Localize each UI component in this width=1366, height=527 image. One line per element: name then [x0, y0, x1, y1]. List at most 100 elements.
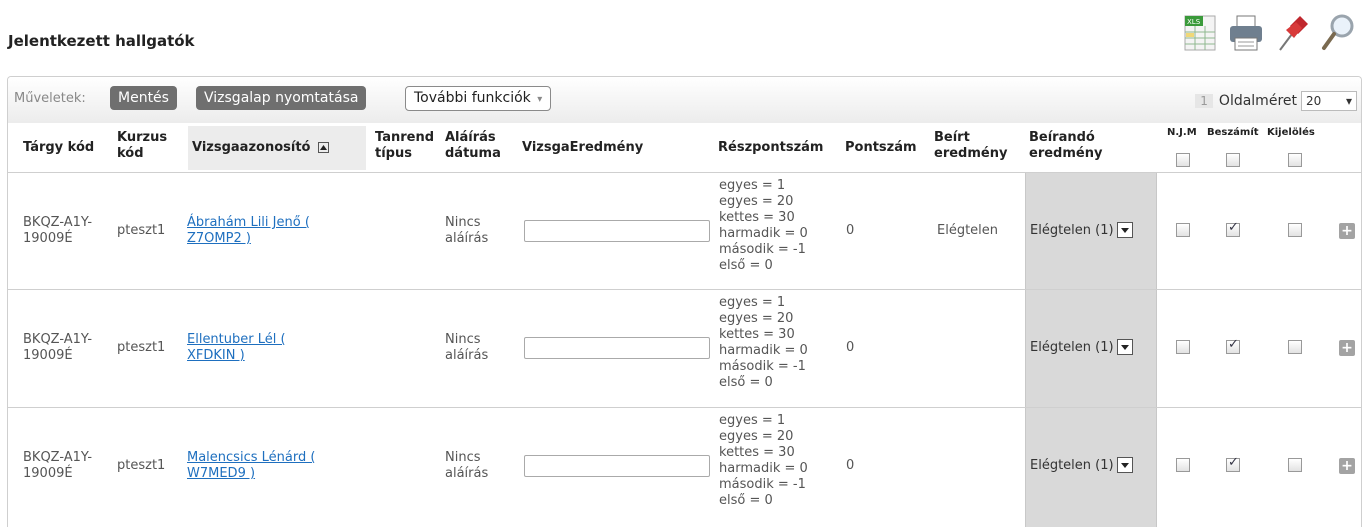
col-header-kurzus-kod-line1[interactable]: Kurzus — [117, 130, 167, 146]
beirt-eredmeny: Elégtelen — [937, 223, 999, 238]
alairas-line2: aláírás — [445, 231, 489, 246]
reszpont-item: kettes = 30 — [719, 327, 795, 342]
page-number[interactable]: 1 — [1195, 94, 1213, 108]
kijeloles-checkbox[interactable] — [1288, 458, 1302, 472]
chevron-down-icon — [1116, 222, 1133, 238]
col-header-pontszam[interactable]: Pontszám — [845, 140, 917, 156]
search-icon[interactable] — [1318, 8, 1358, 54]
col-header-beirt-line2[interactable]: eredmény — [934, 146, 1007, 162]
reszpont-item: második = -1 — [719, 242, 806, 257]
pontszam: 0 — [846, 223, 855, 238]
top-toolbar-icons: XLS — [1180, 8, 1358, 54]
alairas-line1: Nincs — [445, 215, 481, 230]
col-header-alairas-line1[interactable]: Aláírás — [445, 130, 496, 146]
beirando-value: Elégtelen (1) — [1030, 222, 1114, 238]
student-link-line2[interactable]: XFDKIN ) — [187, 348, 245, 364]
njm-checkbox[interactable] — [1176, 458, 1190, 472]
reszpont-item: egyes = 20 — [719, 429, 794, 444]
alairas-line1: Nincs — [445, 332, 481, 347]
expand-row-button[interactable]: + — [1339, 340, 1355, 356]
kijeloles-checkbox[interactable] — [1288, 340, 1302, 354]
table-row: BKQZ-A1Y- 19009É pteszt1 Ábrahám Lili Je… — [8, 172, 1361, 289]
more-functions-label: További funkciók — [414, 90, 531, 106]
svg-text:XLS: XLS — [1187, 18, 1201, 26]
student-link-line1[interactable]: Ábrahám Lili Jenő ( — [187, 215, 310, 231]
save-button[interactable]: Mentés — [110, 86, 177, 110]
col-header-vizsgaazonosito-label: Vizsgaazonosító — [192, 140, 311, 155]
reszpont-item: egyes = 1 — [719, 178, 786, 193]
reszpont-item: harmadik = 0 — [719, 343, 808, 358]
pin-icon[interactable] — [1272, 8, 1312, 54]
pontszam: 0 — [846, 340, 855, 355]
beirando-value: Elégtelen (1) — [1030, 339, 1114, 355]
sort-ascending-icon[interactable] — [318, 142, 329, 153]
page-size-label: Oldalméret — [1218, 93, 1297, 109]
chevron-down-icon: ▾ — [1345, 94, 1352, 108]
beirando-value: Elégtelen (1) — [1030, 457, 1114, 473]
alairas-line2: aláírás — [445, 466, 489, 481]
targy-kod-line1: BKQZ-A1Y- — [23, 450, 93, 465]
reszpont-item: egyes = 1 — [719, 413, 786, 428]
col-header-alairas-line2[interactable]: dátuma — [445, 146, 501, 162]
students-grid: Műveletek: Mentés Vizsgalap nyomtatása T… — [7, 76, 1362, 527]
col-header-beirt-line1[interactable]: Beírt — [934, 130, 970, 146]
beirando-eredmeny-select[interactable]: Elégtelen (1) — [1030, 457, 1133, 473]
col-header-beszamit[interactable]: Beszámít — [1207, 125, 1259, 141]
select-all-kijeloles-checkbox[interactable] — [1288, 153, 1302, 167]
expand-row-button[interactable]: + — [1339, 458, 1355, 474]
beszamit-checkbox[interactable] — [1226, 220, 1240, 237]
kijeloles-checkbox[interactable] — [1288, 223, 1302, 237]
select-all-beszamit-checkbox[interactable] — [1226, 153, 1240, 167]
col-header-vizsgaeredmeny[interactable]: VizsgaEredmény — [522, 140, 643, 156]
kurzus-kod: pteszt1 — [117, 223, 166, 238]
reszpont-item: első = 0 — [719, 258, 773, 273]
page-title: Jelentkezett hallgatók — [8, 32, 195, 50]
select-all-njm-checkbox[interactable] — [1176, 153, 1190, 167]
kurzus-kod: pteszt1 — [117, 458, 166, 473]
beirando-eredmeny-select[interactable]: Elégtelen (1) — [1030, 339, 1133, 355]
expand-row-button[interactable]: + — [1339, 223, 1355, 239]
col-header-kurzus-kod-line2[interactable]: kód — [117, 146, 144, 162]
page-size-value: 20 — [1306, 94, 1322, 108]
student-link-line1[interactable]: Ellentuber Lél ( — [187, 332, 286, 348]
col-header-tanrend-line1[interactable]: Tanrend — [375, 130, 434, 146]
print-icon[interactable] — [1226, 8, 1266, 54]
student-link-line2[interactable]: Z7OMP2 ) — [187, 231, 251, 247]
page-size-select[interactable]: 20 ▾ — [1301, 91, 1357, 111]
col-header-kijeloles[interactable]: Kijelölés — [1267, 125, 1315, 141]
reszpont-list: egyes = 1 egyes = 20 kettes = 30 harmadi… — [719, 178, 808, 274]
col-header-targy-kod[interactable]: Tárgy kód — [23, 140, 94, 156]
grid-toolbar: Műveletek: Mentés Vizsgalap nyomtatása T… — [8, 77, 1361, 123]
reszpont-item: harmadik = 0 — [719, 226, 808, 241]
beszamit-checkbox[interactable] — [1226, 455, 1240, 472]
exam-result-input[interactable] — [524, 337, 710, 359]
col-header-beirando-line1[interactable]: Beírandó — [1029, 130, 1095, 146]
col-header-tanrend-line2[interactable]: típus — [375, 146, 412, 162]
col-header-reszpontszam[interactable]: Részpontszám — [718, 140, 823, 156]
targy-kod-line2: 19009É — [23, 348, 73, 363]
njm-checkbox[interactable] — [1176, 223, 1190, 237]
reszpont-item: egyes = 20 — [719, 194, 794, 209]
col-header-njm[interactable]: N.J.M — [1167, 125, 1197, 141]
student-link-line1[interactable]: Malencsics Lénárd ( — [187, 450, 315, 466]
reszpont-item: egyes = 1 — [719, 295, 786, 310]
njm-checkbox[interactable] — [1176, 340, 1190, 354]
targy-kod-line2: 19009É — [23, 466, 73, 481]
chevron-down-icon — [1116, 457, 1133, 473]
exam-result-input[interactable] — [524, 220, 710, 242]
exam-result-input[interactable] — [524, 455, 710, 477]
beirando-eredmeny-select[interactable]: Elégtelen (1) — [1030, 222, 1133, 238]
col-header-vizsgaazonosito[interactable]: Vizsgaazonosító — [192, 140, 329, 156]
actions-label: Műveletek: — [14, 91, 86, 106]
student-link-line2[interactable]: W7MED9 ) — [187, 466, 255, 482]
chevron-down-icon — [1116, 339, 1133, 355]
chevron-down-icon: ▾ — [537, 94, 543, 105]
col-header-beirando-line2[interactable]: eredmény — [1029, 146, 1102, 162]
reszpont-item: egyes = 20 — [719, 311, 794, 326]
table-row: BKQZ-A1Y- 19009É pteszt1 Malencsics Léná… — [8, 407, 1361, 527]
xls-export-icon[interactable]: XLS — [1180, 8, 1220, 54]
more-functions-button[interactable]: További funkciók ▾ — [405, 86, 552, 111]
pontszam: 0 — [846, 458, 855, 473]
beszamit-checkbox[interactable] — [1226, 337, 1240, 354]
print-exam-sheet-button[interactable]: Vizsgalap nyomtatása — [196, 86, 367, 110]
